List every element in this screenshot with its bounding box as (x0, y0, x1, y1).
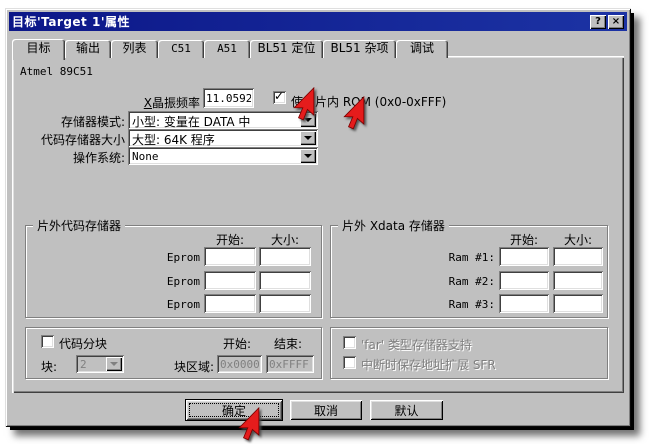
operating-system-label: 操作系统: (12, 149, 125, 166)
chevron-down-icon (106, 357, 122, 371)
tab-target[interactable]: 目标 (12, 39, 65, 60)
column-start-header: 开始: (499, 231, 549, 248)
titlebar[interactable]: 目标'Target 1'属性 ? × (9, 12, 627, 31)
banks-combobox: 2 (76, 355, 124, 373)
ram3-row-label: Ram #3: (411, 298, 495, 311)
default-button[interactable]: 默认 (370, 400, 443, 420)
column-size-header: 大小: (259, 231, 311, 248)
ram1-size-input[interactable] (553, 247, 603, 266)
tab-bl51-locate[interactable]: BL51 定位 (250, 40, 323, 58)
tab-output[interactable]: 输出 (65, 40, 111, 58)
cursor-arrow-icon (343, 96, 366, 130)
save-sfr-checkbox (343, 356, 356, 369)
memory-model-label: 存储器模式: (12, 113, 125, 130)
eprom-row-label: Eprom (126, 251, 200, 264)
xtal-frequency-input[interactable] (203, 88, 254, 108)
eprom-row-label: Eprom (126, 298, 200, 311)
ram2-size-input[interactable] (553, 271, 603, 290)
banks-label: 块: (41, 358, 57, 375)
ram2-row-label: Ram #2: (411, 275, 495, 288)
eprom1-size-input[interactable] (259, 247, 311, 266)
offchip-xdata-memory-title: 片外 Xdata 存储器 (338, 217, 449, 234)
eprom2-start-input[interactable] (204, 271, 256, 290)
checkmark-icon: ✓ (274, 89, 284, 103)
code-banking-group: 代码分块 开始: 结束: 块: 2 块区域: (25, 327, 322, 379)
code-banking-label: 代码分块 (59, 335, 107, 352)
tab-listing[interactable]: 列表 (111, 40, 158, 58)
tab-c51[interactable]: C51 (158, 40, 204, 58)
ram3-start-input[interactable] (499, 294, 549, 313)
use-onchip-rom-checkbox[interactable]: ✓ (273, 91, 286, 104)
ram2-start-input[interactable] (499, 271, 549, 290)
column-start-header: 开始: (204, 231, 256, 248)
eprom-row-label: Eprom (126, 275, 200, 288)
code-banking-checkbox[interactable] (41, 335, 54, 348)
bank-area-label: 块区域: (146, 358, 214, 375)
tab-page-target: Atmel 89C51 X晶振频率 ✓ 使用片内 ROM (0x0-0xFFF)… (12, 56, 624, 393)
help-icon[interactable]: ? (590, 15, 606, 29)
tab-debug[interactable]: 调试 (396, 40, 448, 58)
device-label: Atmel 89C51 (20, 65, 93, 78)
save-sfr-label: 中断时保存地址扩展 SFR (361, 356, 496, 373)
offchip-code-memory-title: 片外代码存储器 (33, 217, 125, 234)
code-rom-size-label: 代码存储器大小 (12, 131, 125, 148)
tab-bl51-misc[interactable]: BL51 杂项 (323, 40, 396, 58)
far-memory-support-checkbox (343, 336, 356, 349)
chevron-down-icon[interactable] (300, 149, 316, 163)
eprom1-start-input[interactable] (204, 247, 256, 266)
memory-model-combobox[interactable]: 小型: 变量在 DATA 中 (128, 111, 318, 129)
ram1-row-label: Ram #1: (411, 251, 495, 264)
xtal-frequency-label: X晶振频率 (92, 94, 200, 111)
chevron-down-icon[interactable] (300, 131, 316, 145)
bank-area-start-input (217, 355, 262, 373)
bank-area-end-input (266, 355, 314, 373)
ok-button[interactable]: 确定 (185, 399, 283, 421)
misc-options-group: 'far' 类型存储器支持 中断时保存地址扩展 SFR (330, 327, 608, 379)
offchip-xdata-memory-group: 片外 Xdata 存储器 开始: 大小: Ram #1: Ram #2: Ram… (330, 225, 608, 318)
desktop: 目标'Target 1'属性 ? × 目标 输出 列表 C51 A51 BL51… (0, 0, 649, 444)
column-start-header: 开始: (212, 335, 262, 352)
tab-a51[interactable]: A51 (204, 40, 250, 58)
eprom3-start-input[interactable] (204, 294, 256, 313)
far-memory-support-label: 'far' 类型存储器支持 (361, 336, 472, 353)
ram3-size-input[interactable] (553, 294, 603, 313)
cursor-arrow-icon (293, 87, 316, 121)
code-rom-size-combobox[interactable]: 大型: 64K 程序 (128, 129, 318, 147)
operating-system-combobox[interactable]: None (128, 147, 318, 165)
offchip-code-memory-group: 片外代码存储器 开始: 大小: Eprom Eprom Eprom (25, 225, 322, 318)
eprom2-size-input[interactable] (259, 271, 311, 290)
dialog-title: 目标'Target 1'属性 (12, 13, 588, 30)
ram1-start-input[interactable] (499, 247, 549, 266)
cursor-arrow-icon (238, 407, 261, 441)
close-icon[interactable]: × (608, 15, 624, 29)
column-end-header: 结束: (263, 335, 313, 352)
tab-strip: 目标 输出 列表 C51 A51 BL51 定位 BL51 杂项 调试 (12, 37, 448, 58)
column-size-header: 大小: (553, 231, 603, 248)
cancel-button[interactable]: 取消 (290, 400, 362, 420)
target-properties-dialog: 目标'Target 1'属性 ? × 目标 输出 列表 C51 A51 BL51… (5, 8, 631, 427)
eprom3-size-input[interactable] (259, 294, 311, 313)
